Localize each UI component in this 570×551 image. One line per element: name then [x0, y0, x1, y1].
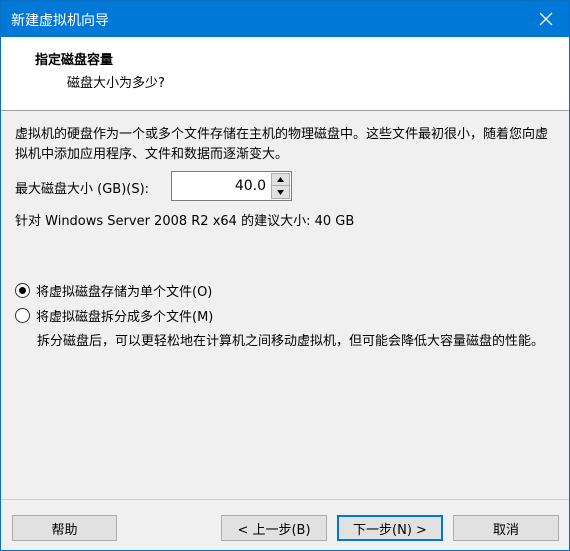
next-button[interactable]: 下一步(N) >	[337, 515, 443, 541]
split-description: 拆分磁盘后，可以更轻松地在计算机之间移动虚拟机，但可能会降低大容量磁盘的性能。	[37, 334, 545, 349]
footer-divider	[1, 499, 569, 500]
radio-split-files[interactable]: 将虚拟磁盘拆分成多个文件(M)	[15, 306, 213, 325]
spin-up-arrow-icon	[277, 177, 284, 182]
close-icon	[539, 12, 553, 26]
disk-size-label: 最大磁盘大小 (GB)(S):	[15, 182, 150, 197]
radio-split-files-control[interactable]	[15, 308, 30, 323]
page-subtitle: 磁盘大小为多少?	[67, 76, 165, 91]
disk-description: 虚拟机的硬盘作为一个或多个文件存储在主机的物理磁盘中。这些文件最初很小，随着您向…	[15, 127, 549, 162]
radio-single-file[interactable]: 将虚拟磁盘存储为单个文件(O)	[15, 281, 212, 300]
radio-single-file-label: 将虚拟磁盘存储为单个文件(O)	[36, 285, 213, 300]
disk-size-stepper	[171, 171, 292, 201]
cancel-button[interactable]: 取消	[453, 515, 559, 541]
title-bar: 新建虚拟机向导	[1, 1, 569, 37]
window-title: 新建虚拟机向导	[11, 13, 109, 29]
wizard-window: 新建虚拟机向导 指定磁盘容量 磁盘大小为多少? 虚拟机的硬盘作为一个或多个文件存…	[0, 0, 570, 551]
stepper-arrows	[271, 173, 290, 199]
recommended-size-text: 针对 Windows Server 2008 R2 x64 的建议大小: 40 …	[15, 214, 355, 229]
stepper-up-button[interactable]	[271, 173, 290, 186]
back-button[interactable]: < 上一步(B)	[221, 515, 327, 541]
spin-down-arrow-icon	[277, 189, 284, 195]
radio-split-files-label: 将虚拟磁盘拆分成多个文件(M)	[36, 310, 214, 325]
help-button[interactable]: 帮助	[12, 515, 117, 541]
disk-size-input[interactable]	[174, 174, 270, 198]
close-button[interactable]	[523, 1, 569, 37]
radio-single-file-control[interactable]	[15, 283, 30, 298]
stepper-down-button[interactable]	[271, 186, 290, 199]
page-title: 指定磁盘容量	[35, 53, 114, 68]
wizard-header: 指定磁盘容量 磁盘大小为多少?	[1, 37, 569, 111]
radio-selected-dot	[19, 287, 26, 294]
